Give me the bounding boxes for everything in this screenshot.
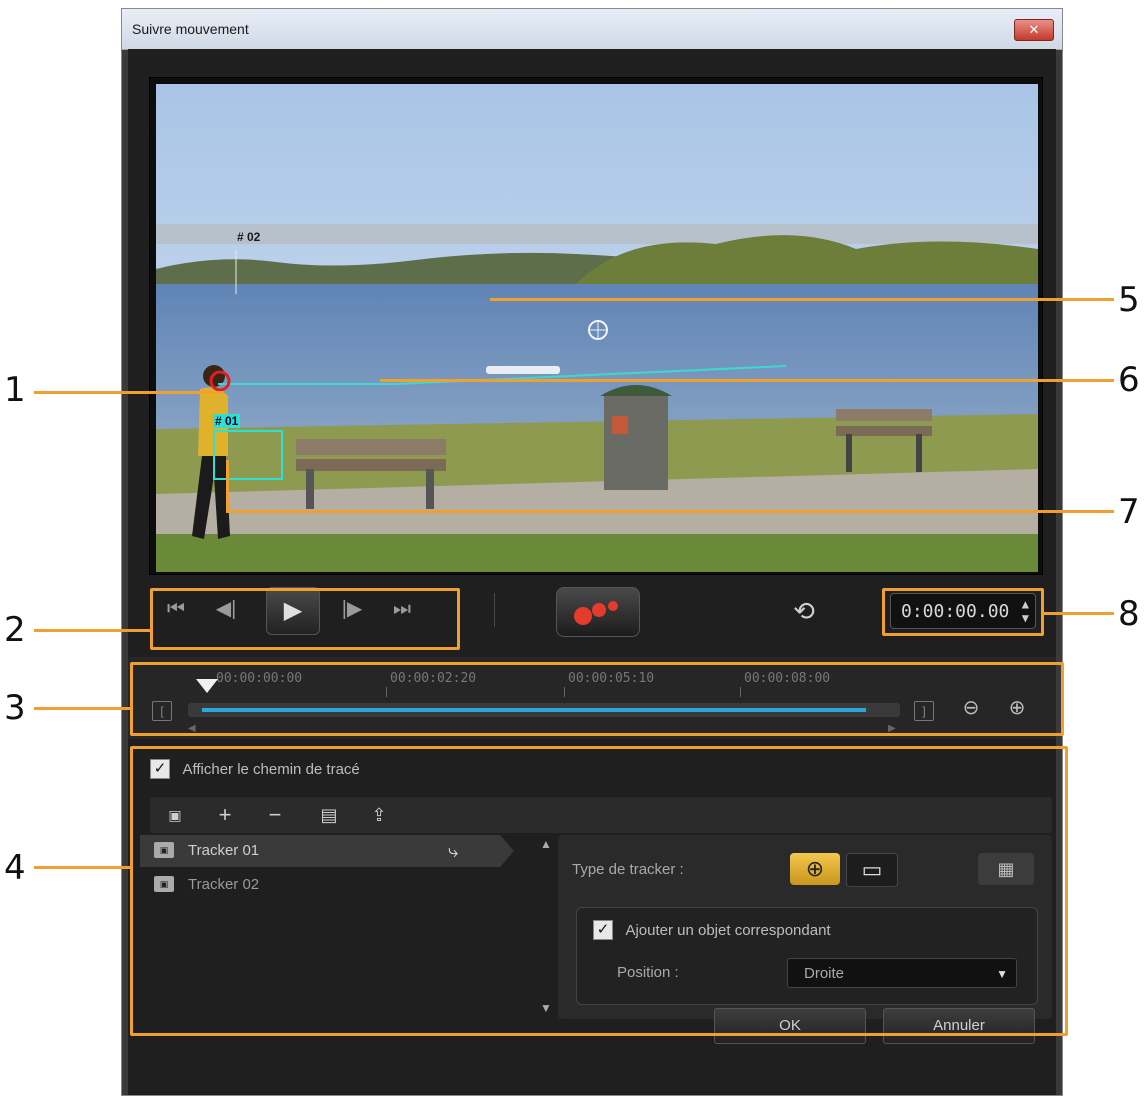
track-motion-button[interactable] xyxy=(556,587,640,637)
callout-box-timeline xyxy=(130,662,1064,736)
callout-line xyxy=(34,629,150,632)
foreground-lawn xyxy=(156,534,1038,572)
tracker-01-label: # 01 xyxy=(213,414,241,428)
callout-line xyxy=(380,379,1114,382)
trash-bin xyxy=(600,385,672,490)
callout-box-playback xyxy=(150,588,460,650)
callout-number: 8 xyxy=(1118,594,1140,634)
separator xyxy=(494,593,495,627)
callout-line xyxy=(34,707,130,710)
tracker-02-label: # 02 xyxy=(237,230,261,244)
callout-line xyxy=(226,510,1114,513)
callout-number: 7 xyxy=(1118,492,1140,532)
callout-number: 1 xyxy=(4,370,26,410)
callout-number: 2 xyxy=(4,610,26,650)
callout-number: 5 xyxy=(1118,280,1140,320)
callout-box-timecode xyxy=(882,588,1044,636)
callout-line xyxy=(34,391,224,394)
callout-box-tracker-panel xyxy=(130,746,1068,1036)
callout-line xyxy=(34,866,130,869)
record-icon xyxy=(574,601,618,625)
preview-frame: # 02 # 01 xyxy=(149,77,1043,575)
reset-history-icon[interactable]: ⟲ xyxy=(788,595,820,627)
callout-line xyxy=(1044,612,1114,615)
boat xyxy=(486,366,560,374)
close-button[interactable]: ✕ xyxy=(1014,19,1054,41)
callout-number: 4 xyxy=(4,848,26,888)
dialog-title: Suivre mouvement xyxy=(132,21,249,37)
callout-line xyxy=(226,460,229,512)
callout-number: 6 xyxy=(1118,360,1140,400)
preview-scene xyxy=(156,84,1038,572)
callout-line xyxy=(490,298,1114,301)
callout-number: 3 xyxy=(4,688,26,728)
distant-hills xyxy=(156,224,1038,244)
title-bar: Suivre mouvement ✕ xyxy=(122,9,1062,50)
video-preview[interactable]: # 02 # 01 xyxy=(156,84,1038,572)
